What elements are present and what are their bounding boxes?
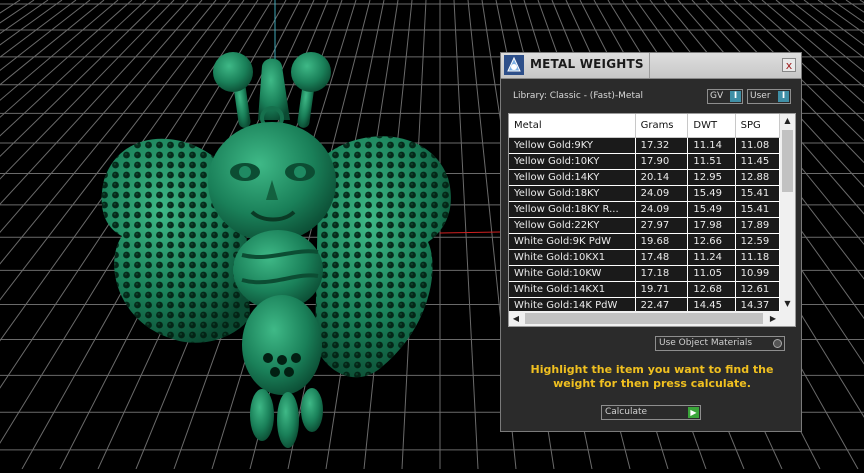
instruction-text: Highlight the item you want to find the … <box>530 363 774 390</box>
table-cell: 12.66 <box>687 233 736 250</box>
vertical-scrollbar[interactable]: ▲ ▼ <box>780 114 795 311</box>
table-cell: 19.71 <box>635 281 689 298</box>
table-row[interactable]: Yellow Gold:22KY 27.97 17.98 17.89 <box>509 217 780 234</box>
table-cell: 24.09 <box>635 201 689 218</box>
table-cell: 15.41 <box>735 185 780 202</box>
table-cell: 11.24 <box>687 249 736 266</box>
scrollbar-corner <box>780 311 795 326</box>
table-cell: Yellow Gold:14KY <box>509 169 636 186</box>
table-cell: 12.95 <box>687 169 736 186</box>
table-cell: 17.90 <box>635 153 689 170</box>
table-cell: 11.14 <box>687 137 736 154</box>
table-cell: 24.09 <box>635 185 689 202</box>
right-antenna-ball <box>291 52 331 92</box>
table-cell: 17.48 <box>635 249 689 266</box>
table-row[interactable]: White Gold:10KX1 17.48 11.24 11.18 <box>509 249 780 266</box>
x-axis-line <box>439 231 501 234</box>
user-toggle[interactable]: User I <box>747 89 791 104</box>
table-cell: White Gold:14KX1 <box>509 281 636 298</box>
table-cell: 12.88 <box>735 169 780 186</box>
table-cell: 11.45 <box>735 153 780 170</box>
table-cell: 12.59 <box>735 233 780 250</box>
column-header[interactable]: SPG <box>735 114 780 138</box>
table-row[interactable]: Yellow Gold:9KY 17.32 11.14 11.08 <box>509 137 780 154</box>
table-cell: 17.18 <box>635 265 689 282</box>
table-cell: Yellow Gold:10KY <box>509 153 636 170</box>
use-object-materials-toggle[interactable]: Use Object Materials <box>655 336 785 351</box>
close-button[interactable]: x <box>782 58 796 72</box>
metal-weights-dialog: METAL WEIGHTS x Library: Classic - (Fast… <box>500 52 802 432</box>
table-cell: Yellow Gold:18KY R... <box>509 201 636 218</box>
table-cell: Yellow Gold:22KY <box>509 217 636 234</box>
butterfly-pendant-model[interactable] <box>101 52 451 448</box>
calculate-button[interactable]: Calculate ▶ <box>601 405 701 420</box>
dialog-title: METAL WEIGHTS <box>530 57 644 71</box>
table-cell: 14.37 <box>735 297 780 311</box>
table-cell: 11.51 <box>687 153 736 170</box>
vertical-scroll-thumb[interactable] <box>782 130 793 192</box>
table-cell: 11.18 <box>735 249 780 266</box>
table-cell: 12.68 <box>687 281 736 298</box>
gv-label: GV <box>710 91 724 101</box>
metal-table: Metal Grams DWT SPG Yellow Gold:9KY 17.32 11.… <box>509 114 780 311</box>
table-row[interactable]: White Gold:9K PdW 19.68 12.66 12.59 <box>509 233 780 250</box>
metal-weights-table: Metal Grams DWT SPG Yellow Gold:9KY 17.32 11.… <box>508 113 796 327</box>
table-row[interactable]: Yellow Gold:10KY 17.90 11.51 11.45 <box>509 153 780 170</box>
table-cell: 10.99 <box>735 265 780 282</box>
titlebar-divider <box>649 53 650 78</box>
scroll-up-icon[interactable]: ▲ <box>780 114 795 128</box>
user-label: User <box>750 91 771 101</box>
table-cell: 14.45 <box>687 297 736 311</box>
scroll-left-icon[interactable]: ◀ <box>509 311 523 326</box>
use-object-materials-label: Use Object Materials <box>659 338 753 348</box>
table-cell: Yellow Gold:9KY <box>509 137 636 154</box>
app-logo-icon <box>504 55 524 75</box>
table-row[interactable]: White Gold:14K PdW 22.47 14.45 14.37 <box>509 297 780 311</box>
scroll-down-icon[interactable]: ▼ <box>780 297 795 311</box>
horizontal-scrollbar[interactable]: ◀ ▶ <box>509 311 780 326</box>
table-cell: White Gold:14K PdW <box>509 297 636 311</box>
table-cell: Yellow Gold:18KY <box>509 185 636 202</box>
table-cell: White Gold:10KW <box>509 265 636 282</box>
calculate-label: Calculate <box>605 407 648 417</box>
table-cell: 17.32 <box>635 137 689 154</box>
user-indicator-icon: I <box>778 91 789 102</box>
gv-indicator-icon: I <box>730 91 741 102</box>
column-header[interactable]: Metal <box>509 114 636 138</box>
table-row[interactable]: White Gold:14KX1 19.71 12.68 12.61 <box>509 281 780 298</box>
horizontal-scroll-thumb[interactable] <box>525 313 763 324</box>
table-cell: 22.47 <box>635 297 689 311</box>
table-row[interactable]: White Gold:10KW 17.18 11.05 10.99 <box>509 265 780 282</box>
dialog-titlebar[interactable]: METAL WEIGHTS x <box>501 53 801 79</box>
table-cell: 17.89 <box>735 217 780 234</box>
table-cell: 20.14 <box>635 169 689 186</box>
table-cell: 15.41 <box>735 201 780 218</box>
table-cell: 17.98 <box>687 217 736 234</box>
table-cell: 15.49 <box>687 185 736 202</box>
table-cell: 11.05 <box>687 265 736 282</box>
left-antenna-ball <box>213 52 253 92</box>
column-header[interactable]: Grams <box>635 114 689 138</box>
radio-indicator-icon <box>773 339 782 348</box>
table-row[interactable]: Yellow Gold:18KY R... 24.09 15.49 15.41 <box>509 201 780 218</box>
table-row[interactable]: Yellow Gold:18KY 24.09 15.49 15.41 <box>509 185 780 202</box>
table-cell: White Gold:9K PdW <box>509 233 636 250</box>
table-cell: 11.08 <box>735 137 780 154</box>
column-header[interactable]: DWT <box>687 114 736 138</box>
table-cell: 12.61 <box>735 281 780 298</box>
table-row[interactable]: Yellow Gold:14KY 20.14 12.95 12.88 <box>509 169 780 186</box>
table-cell: 19.68 <box>635 233 689 250</box>
table-cell: White Gold:10KX1 <box>509 249 636 266</box>
table-cell: 27.97 <box>635 217 689 234</box>
play-arrow-icon: ▶ <box>688 407 699 418</box>
gv-toggle[interactable]: GV I <box>707 89 743 104</box>
body-lower <box>242 295 322 395</box>
scroll-right-icon[interactable]: ▶ <box>766 311 780 326</box>
library-label: Library: Classic - (Fast)-Metal <box>513 91 644 101</box>
table-cell: 15.49 <box>687 201 736 218</box>
